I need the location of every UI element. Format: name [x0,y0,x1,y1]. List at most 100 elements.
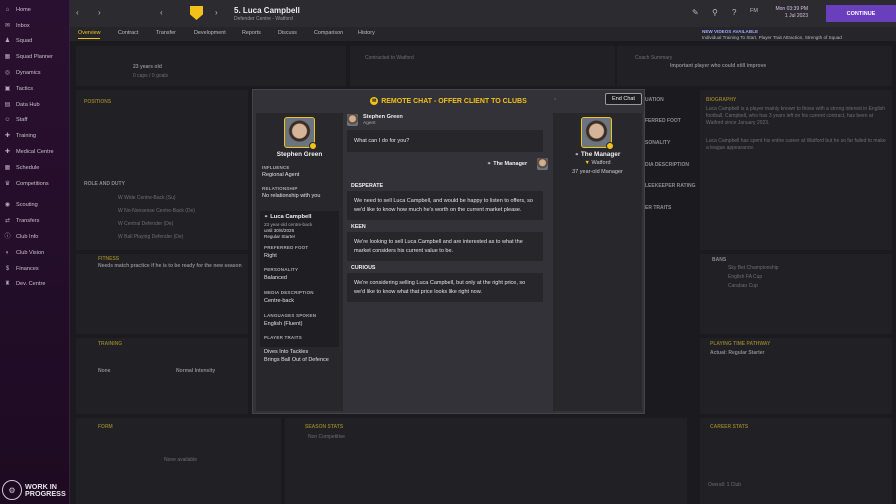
inbox-icon: ✉ [4,22,11,29]
training-panel [76,338,248,414]
sidebar-item-finances[interactable]: $ Finances [0,261,69,277]
tab-discuss[interactable]: Discuss [278,30,297,36]
watford-badge-icon [190,6,203,20]
manager-badge-icon [606,142,614,150]
manager-club-row[interactable]: ▼ Watford [553,160,642,166]
tab-transfer[interactable]: Transfer [156,30,176,36]
profile-panel [76,46,346,86]
staff-icon: ☺ [4,117,11,124]
playing-time-actual: Actual: Regular Starter [710,350,765,356]
data-hub-icon: ▤ [4,101,11,108]
news-text: Individual Training To Start, Player Tra… [702,35,842,40]
sidebar-item-squad[interactable]: ♟ Squad [0,34,69,50]
season-stats-heading[interactable]: SEASON STATS [305,424,343,430]
tab-development[interactable]: Development [194,30,226,36]
sidebar-nav: ⌂ Home ✉ Inbox ♟ Squad ▦ Squad Planner ◎ Dynamics… [0,0,69,292]
profile-label: ER TRAITS [645,205,672,211]
biography-text-2: Luca Campbell has spent his entire caree… [706,138,886,151]
season-stats-row: Non Competitive [308,434,345,440]
help-icon[interactable]: ? [732,8,736,17]
media-description-value: Centre-back [264,298,294,304]
fm-menu[interactable]: FM [750,8,758,14]
ban-item: Carabao Cup [728,283,758,289]
player-subtitle: Defender Centre - Watford [234,16,293,22]
client-player-desc: 23 year-old centre-back [264,222,313,227]
sidebar-item-staff[interactable]: ☺ Staff [0,113,69,129]
game-date[interactable]: Mon 03:39 PM 1 Jul 2023 [770,6,808,20]
sidebar-item-club-info[interactable]: ⓘ Club Info [0,229,69,245]
biography-heading[interactable]: BIOGRAPHY [706,97,736,103]
date-time: Mon 03:39 PM [775,6,808,12]
schedule-icon: ▦ [4,164,11,171]
manager-name: The Manager [580,151,621,158]
sidebar-item-home[interactable]: ⌂ Home [0,2,69,18]
tab-reports[interactable]: Reports [242,30,261,36]
sidebar-item-club-vision[interactable]: ◐ Club Vision [0,245,69,261]
tab-comparison[interactable]: Comparison [314,30,343,36]
sidebar-item-label: Scouting [16,202,38,209]
sidebar-item-label: Club Vision [16,249,45,256]
tab-overview[interactable]: Overview [78,30,101,39]
tab-history[interactable]: History [358,30,375,36]
sidebar-item-training[interactable]: ✚ Training [0,128,69,144]
agent-badge-icon [309,142,317,150]
sidebar-item-transfers[interactable]: ⇄ Transfers [0,213,69,229]
sidebar-item-label: Dynamics [16,70,41,77]
sidebar-item-scouting[interactable]: ◉ Scouting [0,198,69,214]
languages-value: English (Fluent) [264,321,303,327]
fm-logo-icon: ⚙ [2,480,22,500]
forward-arrow-icon[interactable]: › [98,8,101,17]
end-chat-button[interactable]: End Chat [605,93,642,105]
reply-option[interactable]: We're considering selling Luca Campbell,… [347,273,543,302]
playing-time-heading[interactable]: PLAYING TIME PATHWAY [710,341,770,347]
form-heading[interactable]: FORM [98,424,113,430]
edit-icon[interactable]: ✎ [692,8,699,17]
sidebar-item-dynamics[interactable]: ◎ Dynamics [0,65,69,81]
reply-option-heading: CURIOUS [351,265,376,271]
preferred-foot-label: PREFERRED FOOT [264,245,309,250]
search-icon[interactable]: ⚲ [712,8,718,17]
personality-value: Balanced [264,275,287,281]
next-player-icon[interactable]: › [215,8,218,17]
career-stats-panel [700,418,892,504]
manager-desc: 37 year-old Manager [572,169,623,175]
tab-contract[interactable]: Contract [118,30,138,36]
reply-option[interactable]: We're looking to sell Luca Campbell and … [347,232,543,261]
ban-item: English FA Cup [728,274,763,280]
sidebar-item-tactics[interactable]: ▣ Tactics [0,81,69,97]
news-banner[interactable]: NEW VIDEOS AVAILABLE Individual Training… [700,27,896,47]
sidebar-item-inbox[interactable]: ✉ Inbox [0,18,69,34]
competitions-icon: ♛ [4,180,11,187]
agent-portrait [284,117,317,150]
back-arrow-icon[interactable]: ‹ [76,8,79,17]
sidebar-item-label: Training [16,133,37,140]
sidebar-item-schedule[interactable]: ▦ Schedule [0,160,69,176]
fitness-heading[interactable]: FITNESS [98,256,119,262]
training-heading[interactable]: TRAINING [98,341,122,347]
scouting-icon: ◉ [4,202,11,209]
reply-option[interactable]: We need to sell Luca Campbell, and would… [347,191,543,220]
career-stats-heading[interactable]: CAREER STATS [710,424,748,430]
sidebar-item-data-hub[interactable]: ▤ Data Hub [0,97,69,113]
sidebar-item-dev-centre[interactable]: ♜ Dev. Centre [0,277,69,293]
player-trait-2: Brings Ball Out of Defence [264,357,329,363]
prev-player-icon[interactable]: ‹ [160,8,163,17]
profile-label: LEEKEEPER RATING [645,183,696,189]
manager-link-icon: ⚭ [487,161,492,167]
positions-heading[interactable]: POSITIONS [84,99,111,105]
sidebar-item-medical-centre[interactable]: ✚ Medical Centre [0,144,69,160]
squad-planner-icon: ▦ [4,54,11,61]
sidebar-item-label: Staff [16,117,28,124]
player-caps: 0 caps / 0 goals [133,73,169,79]
manager-portrait [581,117,614,150]
agent-link-icon: ⚭ [264,214,269,220]
sidebar-item-label: Home [16,6,31,13]
sidebar-item-competitions[interactable]: ♛ Competitions [0,176,69,192]
dialog-title: REMOTE CHAT - OFFER CLIENT TO CLUBS [381,97,527,105]
manager-speaker-label: The Manager [493,161,528,167]
sidebar-item-squad-planner[interactable]: ▦ Squad Planner [0,49,69,65]
role-duty-heading: ROLE AND DUTY [84,181,125,187]
scroll-arrows-icon[interactable]: ⌃ [553,98,557,104]
continue-button[interactable]: CONTINUE [826,5,896,22]
client-player-row[interactable]: ⚭ Luca Campbell [264,214,311,220]
